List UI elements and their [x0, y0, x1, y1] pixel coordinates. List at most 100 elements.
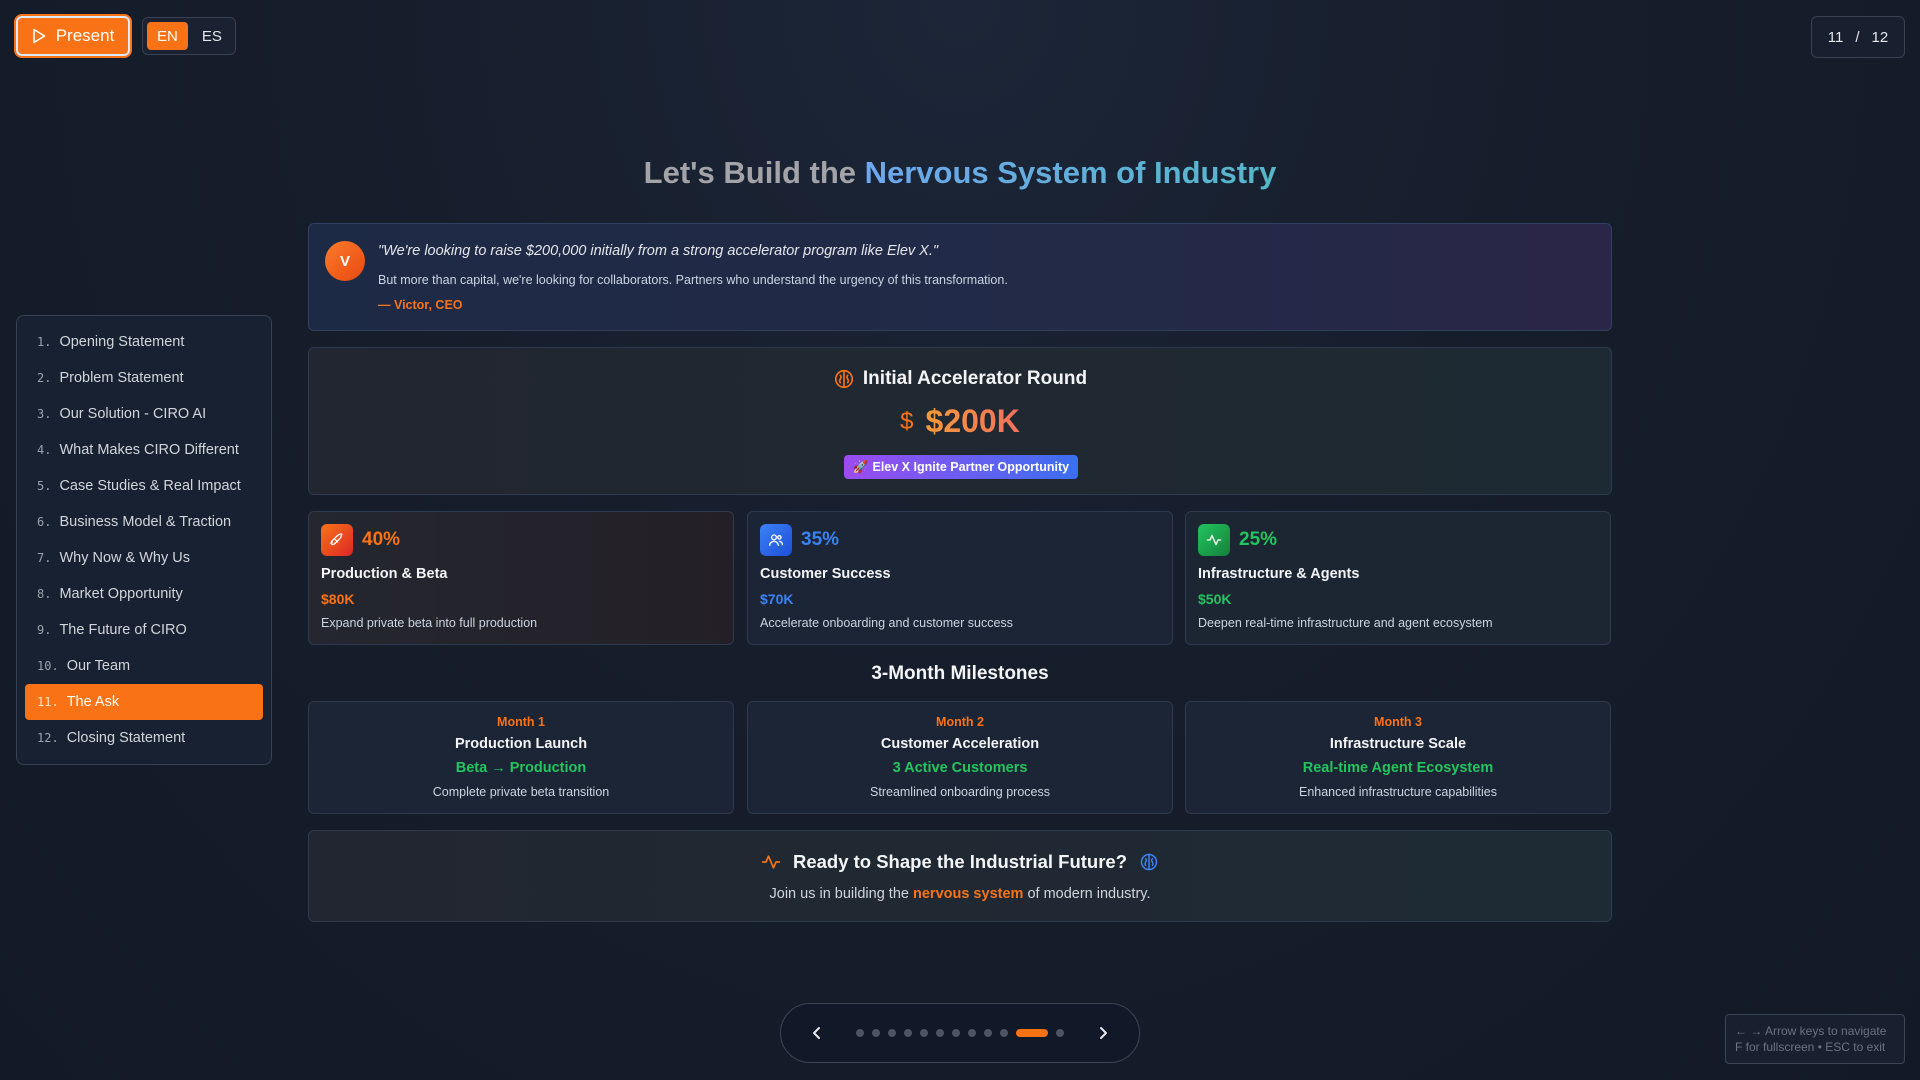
activity-icon	[1198, 524, 1230, 556]
sidebar-item-number: 5.	[37, 479, 52, 493]
previous-slide-button[interactable]	[802, 1018, 832, 1048]
brain-icon	[1140, 853, 1158, 871]
sidebar-item-label: The Ask	[66, 694, 120, 710]
sidebar-item-label: Business Model & Traction	[59, 514, 232, 530]
next-slide-button[interactable]	[1088, 1018, 1118, 1048]
brain-icon	[834, 369, 853, 389]
milestone-card: Month 3 Infrastructure Scale Real-time A…	[1185, 701, 1611, 814]
milestone-card: Month 2 Customer Acceleration 3 Active C…	[747, 701, 1173, 814]
sidebar-item-label: Problem Statement	[59, 370, 184, 386]
slide-dot[interactable]	[888, 1029, 896, 1037]
sidebar-item-label: Case Studies & Real Impact	[59, 478, 241, 494]
accelerator-round-card: Initial Accelerator Round $ $200K 🚀 Elev…	[308, 347, 1612, 495]
sidebar-item-label: Why Now & Why Us	[59, 550, 190, 566]
milestones-title: 3-Month Milestones	[871, 663, 1049, 684]
slide-dot[interactable]	[952, 1029, 960, 1037]
sidebar-item[interactable]: 2. Problem Statement	[25, 360, 263, 396]
sidebar-item-number: 9.	[37, 623, 52, 637]
sidebar-item-label: The Future of CIRO	[59, 622, 187, 638]
slide-dot[interactable]	[1016, 1029, 1048, 1037]
slide-title: Let's Build the Nervous System of Indust…	[0, 155, 1920, 191]
milestone-month: Month 1	[497, 715, 545, 729]
total-slide-number: 12	[1871, 28, 1889, 46]
play-icon	[32, 28, 46, 44]
cta-card: Ready to Shape the Industrial Future? Jo…	[308, 830, 1612, 922]
dollar-icon: $	[900, 407, 914, 435]
sidebar-item[interactable]: 9. The Future of CIRO	[25, 612, 263, 648]
allocation-amount: $70K	[760, 591, 794, 607]
cta-text-highlight: nervous system	[913, 886, 1024, 902]
slide-dot[interactable]	[968, 1029, 976, 1037]
milestone-description: Complete private beta transition	[432, 785, 610, 799]
sidebar-item[interactable]: 1. Opening Statement	[25, 324, 263, 360]
round-title: Initial Accelerator Round	[862, 368, 1088, 389]
allocation-name: Infrastructure & Agents	[1198, 566, 1360, 582]
quote-text: "We're looking to raise $200,000 initial…	[378, 243, 939, 259]
allocation-card: 25% Infrastructure & Agents $50K Deepen …	[1185, 511, 1611, 645]
allocation-card: 40% Production & Beta $80K Expand privat…	[308, 511, 734, 645]
sidebar-item-number: 6.	[37, 515, 52, 529]
slide-dot[interactable]	[904, 1029, 912, 1037]
cta-text-start: Join us in building the	[769, 886, 913, 902]
rocket-emoji-icon: 🚀	[852, 459, 869, 474]
slide-counter: 11 / 12	[1811, 16, 1905, 58]
sidebar-item-number: 1.	[37, 335, 52, 349]
sidebar-item-label: Our Solution - CIRO AI	[59, 406, 207, 422]
allocation-percent: 40%	[362, 529, 401, 550]
sidebar-item-label: Opening Statement	[59, 334, 185, 350]
quote-subtext: But more than capital, we're looking for…	[378, 273, 1008, 287]
milestone-month: Month 2	[936, 715, 984, 729]
partner-badge: 🚀 Elev X Ignite Partner Opportunity	[844, 455, 1078, 479]
allocation-percent: 35%	[801, 529, 840, 550]
slide-dot[interactable]	[936, 1029, 944, 1037]
allocation-name: Customer Success	[760, 566, 891, 582]
help-line-fullscreen: F for fullscreen • ESC to exit	[1735, 1040, 1886, 1054]
sidebar-item[interactable]: 4. What Makes CIRO Different	[25, 432, 263, 468]
slide-dot[interactable]	[872, 1029, 880, 1037]
allocation-description: Deepen real-time infrastructure and agen…	[1198, 616, 1493, 630]
sidebar-item[interactable]: 7. Why Now & Why Us	[25, 540, 263, 576]
milestone-title: Customer Acceleration	[880, 736, 1040, 752]
slide-dot[interactable]	[1000, 1029, 1008, 1037]
slide-dot[interactable]	[1056, 1029, 1064, 1037]
sidebar-item[interactable]: 11. The Ask	[25, 684, 263, 720]
sidebar-item[interactable]: 6. Business Model & Traction	[25, 504, 263, 540]
milestone-goal: Beta → Production	[455, 760, 587, 776]
ceo-quote-card: V "We're looking to raise $200,000 initi…	[308, 223, 1612, 331]
sidebar-item[interactable]: 8. Market Opportunity	[25, 576, 263, 612]
language-toggle: EN ES	[142, 17, 236, 55]
lang-es-button[interactable]: ES	[192, 22, 232, 50]
users-icon	[760, 524, 792, 556]
sidebar-item[interactable]: 3. Our Solution - CIRO AI	[25, 396, 263, 432]
current-slide-number: 11	[1827, 28, 1844, 46]
quote-author: — Victor, CEO	[378, 298, 463, 312]
lang-en-button[interactable]: EN	[147, 22, 188, 50]
milestone-goal: 3 Active Customers	[892, 760, 1028, 776]
present-button[interactable]: Present	[16, 16, 130, 56]
slide-dots	[856, 1029, 1064, 1037]
cta-text-end: of modern industry.	[1023, 886, 1151, 902]
sidebar-item[interactable]: 12. Closing Statement	[25, 720, 263, 756]
slide-dot[interactable]	[920, 1029, 928, 1037]
present-label: Present	[55, 26, 115, 45]
sidebar-item-number: 12.	[37, 731, 59, 745]
allocation-card: 35% Customer Success $70K Accelerate onb…	[747, 511, 1173, 645]
sidebar-item-number: 2.	[37, 371, 52, 385]
slide-dot[interactable]	[856, 1029, 864, 1037]
allocation-description: Accelerate onboarding and customer succe…	[760, 616, 1013, 630]
sidebar-item[interactable]: 5. Case Studies & Real Impact	[25, 468, 263, 504]
partner-badge-label: Elev X Ignite Partner Opportunity	[872, 460, 1070, 474]
sidebar-item-label: What Makes CIRO Different	[59, 442, 239, 458]
milestone-month: Month 3	[1374, 715, 1422, 729]
avatar: V	[325, 241, 365, 281]
allocation-description: Expand private beta into full production	[321, 616, 538, 630]
sidebar-item-number: 4.	[37, 443, 52, 457]
cta-title: Ready to Shape the Industrial Future?	[792, 851, 1128, 872]
milestone-title: Infrastructure Scale	[1329, 736, 1467, 752]
sidebar-item-number: 7.	[37, 551, 52, 565]
sidebar-item-number: 11.	[37, 695, 59, 709]
sidebar-item-label: Closing Statement	[66, 730, 186, 746]
allocation-name: Production & Beta	[321, 566, 448, 582]
title-part-plain: Let's Build the	[643, 155, 865, 190]
slide-dot[interactable]	[984, 1029, 992, 1037]
